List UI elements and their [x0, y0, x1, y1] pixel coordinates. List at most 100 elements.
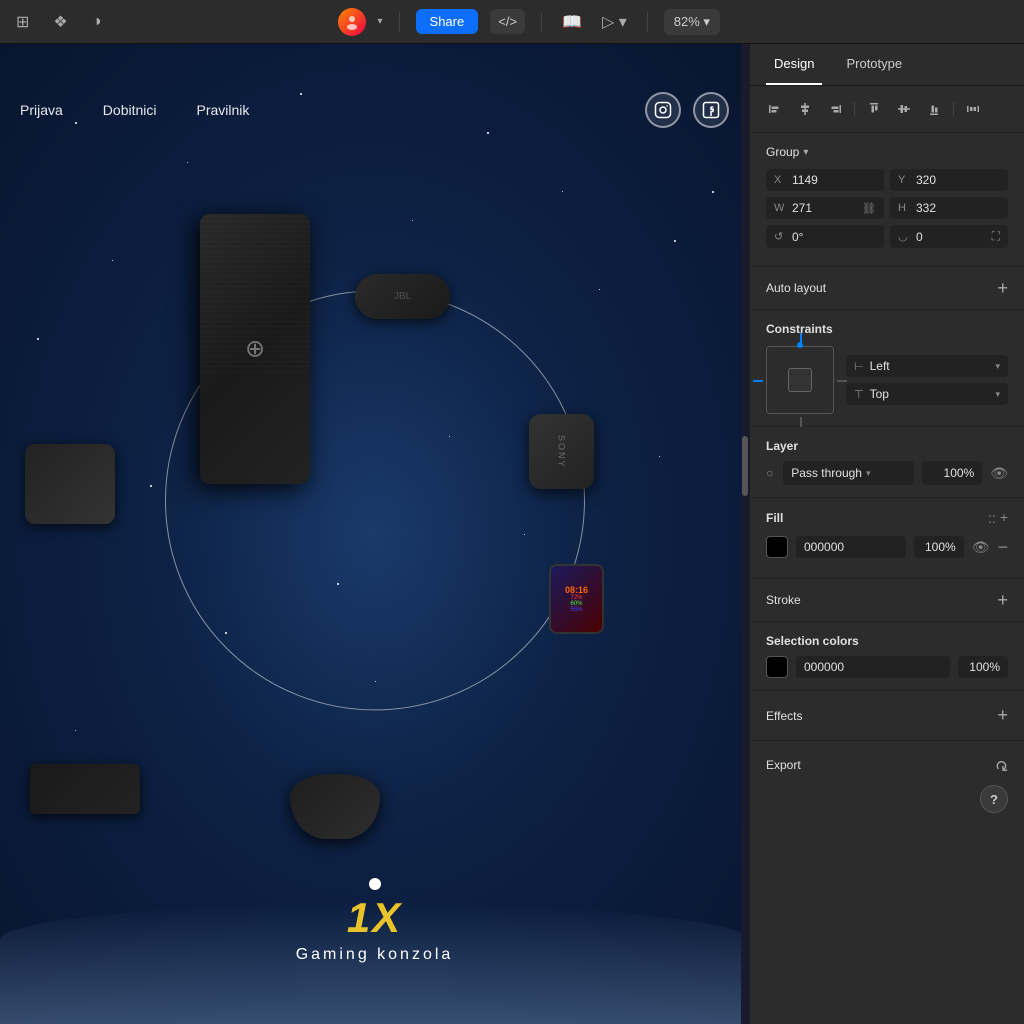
nav-link-pravilnik[interactable]: Pravilnik	[197, 102, 250, 118]
xbox-console: ⊕	[185, 214, 335, 514]
facebook-icon[interactable]	[693, 92, 729, 128]
group-section: Group ▾ X 1149 Y 320 W 271 ⛓ H	[750, 133, 1024, 267]
corner-field[interactable]: ◡ 0 ⛶	[890, 225, 1008, 248]
social-icons	[645, 92, 729, 128]
group-chevron[interactable]: ▾	[803, 147, 808, 158]
coords-grid: X 1149 Y 320 W 271 ⛓ H 332 ↺	[766, 169, 1008, 248]
fill-add-icon[interactable]: +	[1000, 510, 1008, 526]
sel-color-swatch[interactable]	[766, 656, 788, 678]
constraints-section: Constraints ⊢ Left ▾	[750, 310, 1024, 427]
constraint-dot	[797, 342, 803, 348]
divider	[399, 12, 400, 32]
layer-circle-icon: ○	[766, 466, 773, 480]
constraint-box	[766, 346, 834, 414]
grid-icon[interactable]: ⊞	[12, 8, 33, 36]
canvas-scrollbar[interactable]	[741, 44, 749, 1024]
constraint-horizontal-select[interactable]: ⊢ Left ▾	[846, 355, 1008, 377]
nav-link-dobitnici[interactable]: Dobitnici	[103, 102, 157, 118]
product-name-label: Gaming konzola	[0, 946, 749, 964]
align-middle-button[interactable]	[891, 96, 917, 122]
panel-tabs: Design Prototype	[750, 44, 1024, 86]
help-area: ?	[750, 789, 1024, 829]
fill-header: Fill :: +	[766, 510, 1008, 526]
layer-mode-select[interactable]: Pass through ▾	[783, 461, 914, 485]
code-button[interactable]: </>	[490, 9, 525, 34]
layer-section: Layer ○ Pass through ▾ 100% 👁	[750, 427, 1024, 498]
layer-opacity-field[interactable]: 100%	[922, 461, 982, 485]
sel-opacity-field[interactable]: 100%	[958, 656, 1008, 678]
divider3	[647, 12, 648, 32]
xbox-controller	[290, 774, 380, 839]
export-section: Export ↻	[750, 741, 1024, 789]
instagram-icon[interactable]	[645, 92, 681, 128]
constraint-line-right	[837, 380, 847, 382]
export-arrow-icon[interactable]: ↻	[995, 755, 1008, 775]
top-bar-center: ▾ Share </> 📖 ▷ ▾ 82% ▾	[338, 8, 720, 36]
layer-title: Layer	[766, 439, 1008, 453]
effects-add-icon[interactable]: +	[997, 705, 1008, 726]
auto-layout-label: Auto layout	[766, 281, 826, 295]
layer-visibility-icon[interactable]: 👁	[990, 465, 1008, 482]
x-field[interactable]: X 1149	[766, 169, 884, 191]
auto-layout-add[interactable]: +	[997, 279, 1008, 297]
top-bar-left: ⊞ ❖ ◑	[12, 8, 105, 36]
avatar-chevron[interactable]: ▾	[378, 16, 383, 27]
constraint-line-left	[753, 380, 763, 382]
stroke-add[interactable]: +	[997, 591, 1008, 609]
constraint-selects: ⊢ Left ▾ ⊤ Top ▾	[846, 355, 1008, 405]
constrain-icon[interactable]: ⛓	[862, 202, 876, 215]
sony-speaker: SONY	[529, 414, 594, 489]
align-right-button[interactable]	[822, 96, 848, 122]
tab-prototype[interactable]: Prototype	[838, 44, 910, 85]
fill-label: Fill	[766, 511, 783, 525]
export-label: Export	[766, 758, 801, 772]
fill-row: 000000 100% 👁 −	[766, 536, 1008, 558]
zoom-button[interactable]: 82% ▾	[664, 9, 720, 35]
fill-opacity-field[interactable]: 100%	[914, 536, 964, 558]
nav-link-prijava[interactable]: Prijava	[20, 102, 63, 118]
align-bottom-button[interactable]	[921, 96, 947, 122]
divider2	[541, 12, 542, 32]
w-field[interactable]: W 271 ⛓	[766, 197, 884, 219]
fill-color-swatch[interactable]	[766, 536, 788, 558]
layer-row: ○ Pass through ▾ 100% 👁	[766, 461, 1008, 485]
align-center-h-button[interactable]	[792, 96, 818, 122]
fill-hex-field[interactable]: 000000	[796, 536, 906, 558]
align-top-button[interactable]	[861, 96, 887, 122]
jbl-earbuds: JBL	[355, 274, 450, 319]
h-field[interactable]: H 332	[890, 197, 1008, 219]
component-icon[interactable]: ❖	[49, 8, 71, 36]
distribute-button[interactable]	[960, 96, 986, 122]
stroke-section: Stroke +	[750, 579, 1024, 622]
fill-remove-icon[interactable]: −	[997, 538, 1008, 556]
sel-hex-field[interactable]: 000000	[796, 656, 950, 678]
quantity-label: 1X	[0, 894, 749, 942]
fill-visibility-icon[interactable]: 👁	[972, 539, 990, 556]
rotation-field[interactable]: ↺ 0°	[766, 225, 884, 248]
share-button[interactable]: Share	[416, 9, 479, 34]
book-icon[interactable]: 📖	[558, 8, 586, 36]
vr-item	[25, 444, 115, 524]
group-label: Group	[766, 145, 799, 159]
constraint-vertical-select[interactable]: ⊤ Top ▾	[846, 383, 1008, 405]
constraint-center	[788, 368, 812, 392]
top-bar: ⊞ ❖ ◑ ▾ Share </> 📖 ▷ ▾ 82% ▾	[0, 0, 1024, 44]
y-field[interactable]: Y 320	[890, 169, 1008, 191]
play-icon[interactable]: ▷ ▾	[598, 8, 631, 36]
scrollbar-thumb[interactable]	[742, 436, 748, 496]
constraints-title: Constraints	[766, 322, 1008, 336]
effects-section: Effects +	[750, 691, 1024, 741]
bottom-text: 1X Gaming konzola	[0, 878, 749, 964]
selection-color-row: 000000 100%	[766, 656, 1008, 678]
selection-colors-section: Selection colors 000000 100%	[750, 622, 1024, 691]
contrast-icon[interactable]: ◑	[88, 9, 106, 35]
v-constraint-chevron: ▾	[995, 389, 1000, 400]
constraints-widget: ⊢ Left ▾ ⊤ Top ▾	[766, 346, 1008, 414]
tab-design[interactable]: Design	[766, 44, 822, 85]
right-panel: Design Prototype	[749, 44, 1024, 1024]
avatar-button[interactable]	[338, 8, 366, 36]
fill-grid-icon[interactable]: ::	[988, 510, 996, 526]
canvas-area[interactable]: Prijava Dobitnici Pravilnik	[0, 44, 749, 1024]
help-button[interactable]: ?	[980, 785, 1008, 813]
align-left-button[interactable]	[762, 96, 788, 122]
